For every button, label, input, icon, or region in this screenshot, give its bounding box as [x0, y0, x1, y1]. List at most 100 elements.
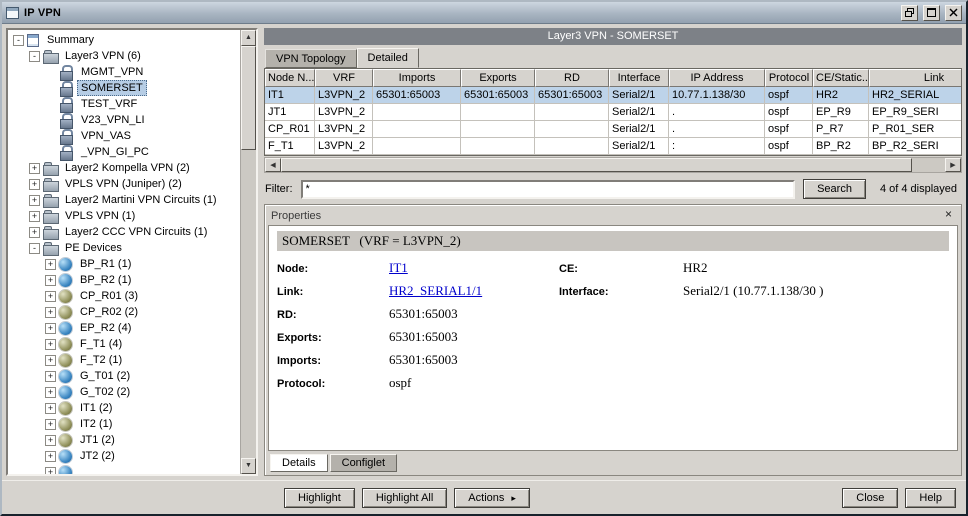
table-cell[interactable] [461, 121, 535, 138]
tree-item[interactable]: MGMT_VPN [11, 64, 240, 80]
tree-item-label[interactable]: VPLS VPN (Juniper) (2) [61, 176, 186, 192]
table-cell[interactable] [535, 121, 609, 138]
table-cell[interactable]: Serial2/1 [609, 121, 669, 138]
tree-item-label[interactable]: CP_R01 (3) [76, 288, 142, 304]
table-cell[interactable]: HR2_SERIAL [869, 87, 962, 104]
table-cell[interactable]: F_T1 [265, 138, 315, 155]
close-dialog-button[interactable]: Close [842, 488, 898, 508]
scroll-down-button[interactable]: ▼ [241, 458, 256, 474]
tree-item-label[interactable] [76, 470, 84, 474]
tree-item-label[interactable]: JT1 (2) [76, 432, 119, 448]
scroll-right-button[interactable]: ▶ [945, 158, 961, 172]
highlight-all-button[interactable]: Highlight All [362, 488, 447, 508]
expand-toggle-icon[interactable]: + [45, 355, 56, 366]
tree-item-label[interactable]: VPLS VPN (1) [61, 208, 139, 224]
close-button[interactable] [945, 5, 962, 21]
table-cell[interactable]: Serial2/1 [609, 138, 669, 155]
tree-item[interactable]: +VPLS VPN (1) [11, 208, 240, 224]
table-row[interactable]: JT1L3VPN_2Serial2/1.ospfEP_R9EP_R9_SERI [265, 104, 962, 121]
tree-item-label[interactable]: MGMT_VPN [77, 64, 147, 80]
tree-item-label[interactable]: CP_R02 (2) [76, 304, 142, 320]
properties-close-icon[interactable]: × [941, 208, 956, 223]
tree-item-label[interactable]: IT2 (1) [76, 416, 116, 432]
collapse-toggle-icon[interactable]: - [29, 243, 40, 254]
expand-toggle-icon[interactable]: + [29, 179, 40, 190]
table-cell[interactable] [373, 138, 461, 155]
tree-item-label[interactable]: TEST_VRF [77, 96, 141, 112]
filter-input[interactable] [301, 180, 796, 199]
search-button[interactable]: Search [803, 179, 866, 199]
tree-item[interactable]: +BP_R2 (1) [11, 272, 240, 288]
table-cell[interactable]: Serial2/1 [609, 87, 669, 104]
tree-item[interactable]: +EP_R2 (4) [11, 320, 240, 336]
scrollbar-thumb[interactable] [241, 46, 256, 150]
table-cell[interactable]: 65301:65003 [461, 87, 535, 104]
property-value-link[interactable]: HR2_SERIAL1/1 [389, 283, 559, 299]
table-row[interactable]: F_T1L3VPN_2Serial2/1:ospfBP_R2BP_R2_SERI [265, 138, 962, 155]
tree-vertical-scrollbar[interactable]: ▲ ▼ [240, 30, 256, 474]
tab-details[interactable]: Details [270, 454, 328, 472]
tab-vpn-topology[interactable]: VPN Topology [265, 49, 357, 68]
table-cell[interactable]: CP_R01 [265, 121, 315, 138]
table-cell[interactable]: ospf [765, 104, 813, 121]
scrollbar-thumb[interactable] [281, 158, 912, 172]
tree-item[interactable]: +Layer2 Kompella VPN (2) [11, 160, 240, 176]
tree-item-label[interactable]: SOMERSET [77, 80, 147, 96]
collapse-toggle-icon[interactable]: - [13, 35, 24, 46]
table-cell[interactable]: L3VPN_2 [315, 121, 373, 138]
table-row[interactable]: CP_R01L3VPN_2Serial2/1.ospfP_R7P_R01_SER [265, 121, 962, 138]
tree-item-label[interactable]: Layer2 CCC VPN Circuits (1) [61, 224, 211, 240]
column-header[interactable]: Node N... [265, 69, 315, 87]
expand-toggle-icon[interactable]: + [45, 467, 56, 475]
expand-toggle-icon[interactable]: + [45, 371, 56, 382]
table-cell[interactable] [373, 104, 461, 121]
expand-toggle-icon[interactable]: + [29, 163, 40, 174]
table-cell[interactable]: Serial2/1 [609, 104, 669, 121]
tree-item[interactable]: + F_T1 (4) [11, 336, 240, 352]
tree-item[interactable]: _VPN_GI_PC [11, 144, 240, 160]
tree-item-label[interactable]: BP_R1 (1) [76, 256, 135, 272]
tree-item[interactable]: SOMERSET [11, 80, 240, 96]
tree-item[interactable]: + F_T2 (1) [11, 352, 240, 368]
table-row[interactable]: IT1L3VPN_265301:6500365301:6500365301:65… [265, 87, 962, 104]
highlight-button[interactable]: Highlight [284, 488, 355, 508]
table-cell[interactable] [535, 104, 609, 121]
tree-item[interactable]: + CP_R01 (3) [11, 288, 240, 304]
tree-item[interactable]: TEST_VRF [11, 96, 240, 112]
tree-item[interactable]: +IT1 (2) [11, 400, 240, 416]
window-titlebar[interactable]: IP VPN [2, 2, 966, 24]
tree-item[interactable]: +G_T01 (2) [11, 368, 240, 384]
expand-toggle-icon[interactable]: + [45, 387, 56, 398]
table-cell[interactable]: L3VPN_2 [315, 87, 373, 104]
column-header[interactable]: Exports [461, 69, 535, 87]
help-button[interactable]: Help [905, 488, 956, 508]
tree-item[interactable]: +Layer2 Martini VPN Circuits (1) [11, 192, 240, 208]
expand-toggle-icon[interactable]: + [45, 291, 56, 302]
column-header[interactable]: Imports [373, 69, 461, 87]
column-header[interactable]: VRF [315, 69, 373, 87]
table-horizontal-scrollbar[interactable]: ◀ ▶ [264, 157, 962, 173]
tree-item-label[interactable]: F_T1 (4) [76, 336, 126, 352]
collapse-toggle-icon[interactable]: - [29, 51, 40, 62]
property-value-link[interactable]: IT1 [389, 260, 559, 276]
expand-toggle-icon[interactable]: + [45, 259, 56, 270]
tree-item[interactable]: -Summary [11, 32, 240, 48]
table-cell[interactable] [535, 138, 609, 155]
tree-item[interactable]: +JT2 (2) [11, 448, 240, 464]
minimize-button[interactable] [901, 5, 918, 21]
tree-item[interactable]: +G_T02 (2) [11, 384, 240, 400]
tree-item-label[interactable]: Layer3 VPN (6) [61, 48, 145, 64]
scroll-left-button[interactable]: ◀ [265, 158, 281, 172]
expand-toggle-icon[interactable]: + [45, 307, 56, 318]
tree-item-label[interactable]: _VPN_GI_PC [77, 144, 153, 160]
tree-item[interactable]: VPN_VAS [11, 128, 240, 144]
table-cell[interactable]: BP_R2 [813, 138, 869, 155]
tree-item-label[interactable]: F_T2 (1) [76, 352, 126, 368]
expand-toggle-icon[interactable]: + [45, 339, 56, 350]
tab-detailed[interactable]: Detailed [357, 48, 419, 68]
tree-item[interactable]: + BP_R1 (1) [11, 256, 240, 272]
table-cell[interactable]: BP_R2_SERI [869, 138, 962, 155]
table-cell[interactable]: 10.77.1.138/30 [669, 87, 765, 104]
expand-toggle-icon[interactable]: + [45, 419, 56, 430]
table-cell[interactable] [461, 104, 535, 121]
